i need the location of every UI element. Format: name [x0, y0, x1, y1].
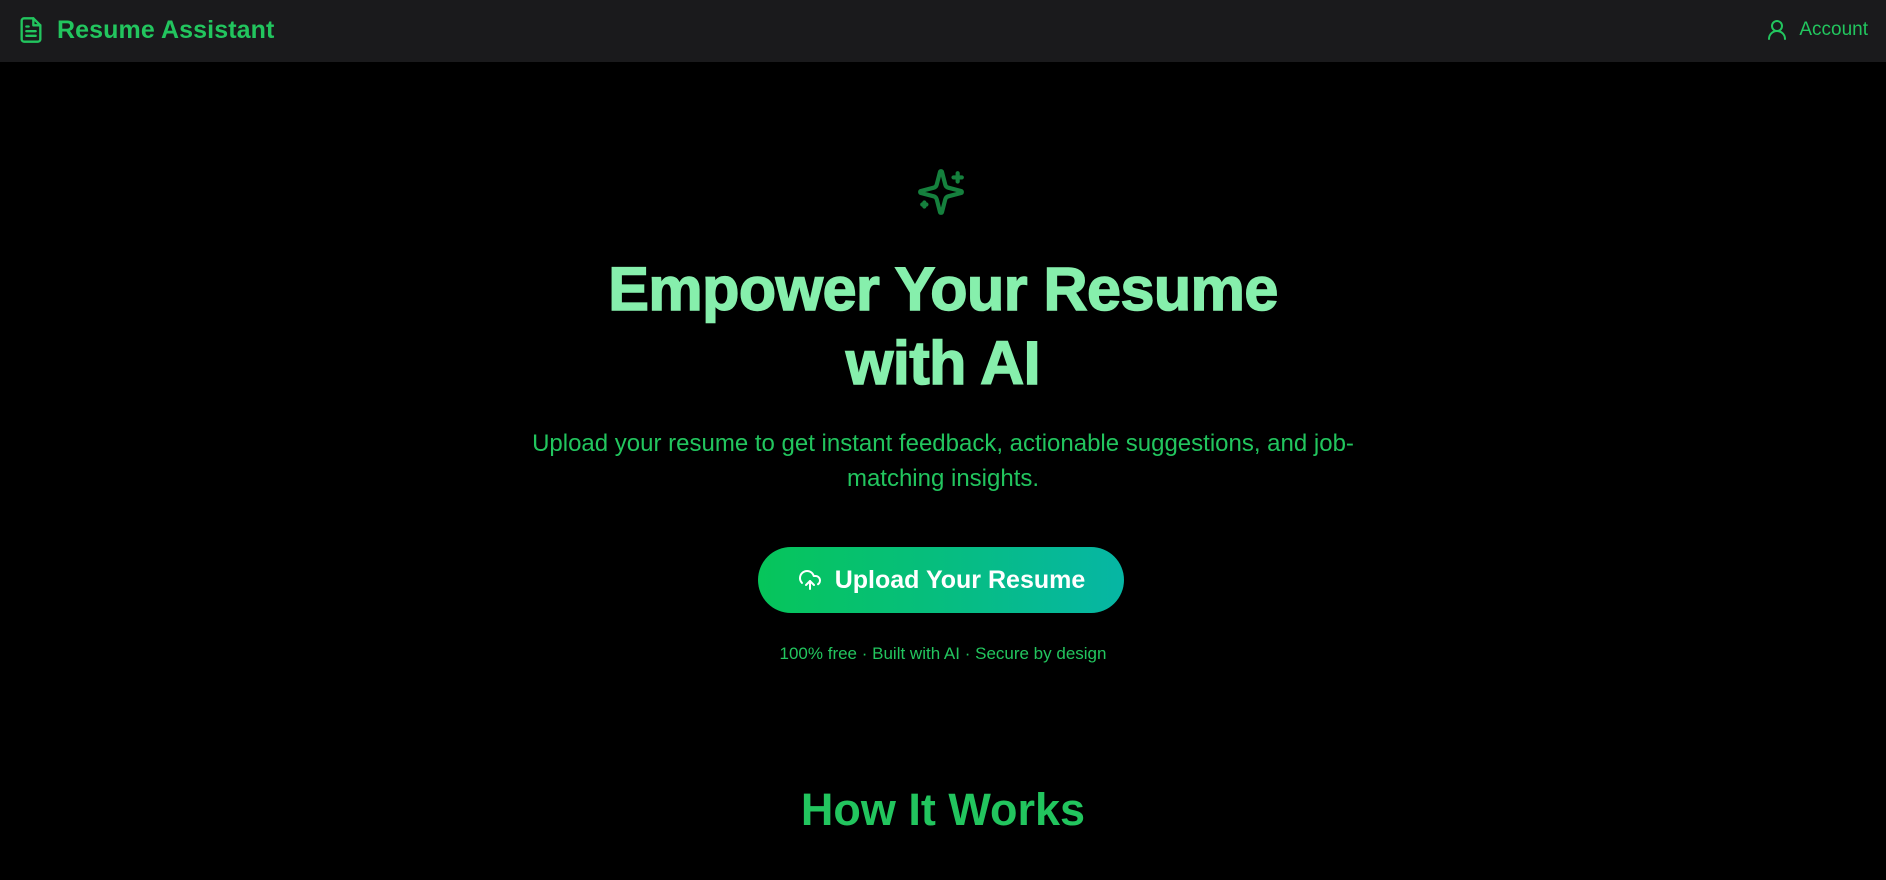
app-logo-link[interactable]: Resume Assistant: [17, 13, 274, 47]
cloud-upload-icon: [798, 570, 821, 590]
file-text-icon: [20, 17, 42, 43]
upload-resume-label: Upload Your Resume: [834, 565, 1086, 594]
hero-tagline: 100% free · Built with AI · Secure by de…: [779, 644, 1107, 663]
sparkles-icon: [918, 169, 964, 215]
user-icon: [1768, 20, 1787, 40]
upload-resume-button[interactable]: Upload Your Resume: [758, 547, 1124, 613]
hero-subtitle: Upload your resume to get instant feedba…: [532, 430, 1354, 492]
hero-headline: Empower Your Resume with AI: [443, 252, 1443, 400]
hero-section: Empower Your Resume with AI Upload your …: [0, 62, 1886, 880]
hero-headline-line-1: Empower Your Resume: [607, 254, 1279, 324]
hero-headline-line-2: with AI: [845, 328, 1041, 398]
app-title: Resume Assistant: [57, 15, 275, 44]
account-label: Account: [1799, 19, 1868, 40]
account-button[interactable]: Account: [1765, 14, 1868, 46]
how-it-works-heading: How It Works: [800, 784, 1086, 835]
top-navigation-bar: Resume Assistant Account: [0, 0, 1886, 62]
